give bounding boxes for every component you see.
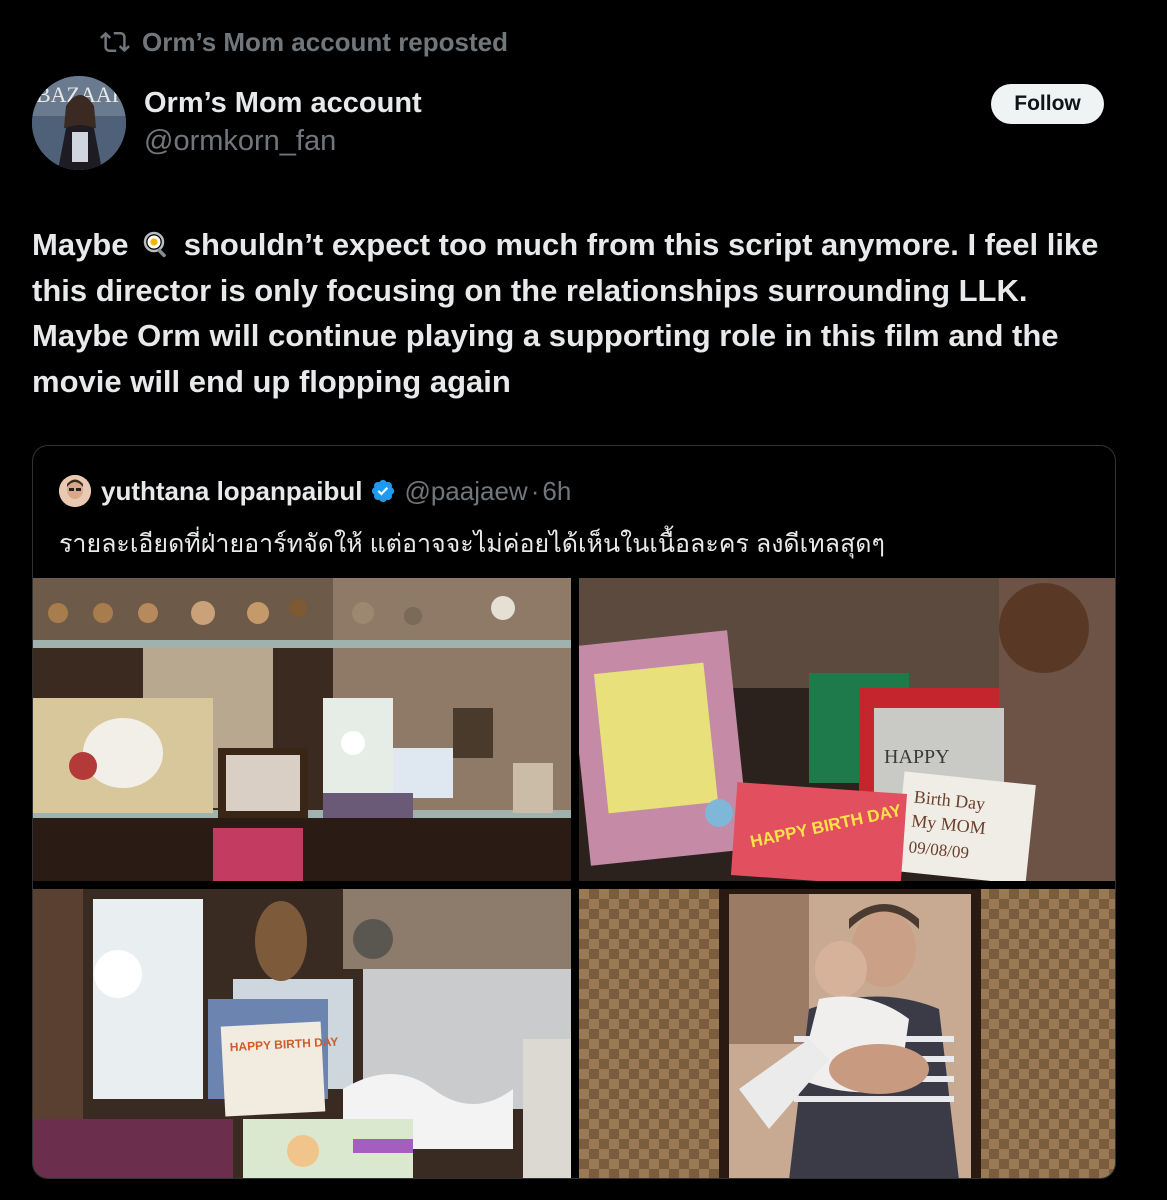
quoted-post-header: yuthtana lopanpaibul @paajaew · 6h: [59, 474, 571, 508]
profile-avatar: BAZAAR: [32, 76, 126, 170]
quoted-post-text: รายละเอียดที่ฝ่ายอาร์ทจัดให้ แต่อาจจะไม่…: [59, 530, 885, 558]
follow-button[interactable]: Follow: [991, 84, 1104, 124]
quoted-author-name[interactable]: yuthtana lopanpaibul: [101, 476, 362, 507]
quoted-author-handle[interactable]: @paajaew: [404, 476, 527, 507]
repost-indicator: Orm’s Mom account reposted: [100, 24, 508, 60]
photo-birthday-cards[interactable]: HAPPY Birth Day My MOM 09/08/09 HAPPY BI…: [579, 578, 1115, 881]
card-text-happy: HAPPY: [884, 746, 950, 768]
repost-label: Orm’s Mom account reposted: [142, 26, 508, 57]
post-text-start: Maybe: [32, 227, 129, 262]
author-name[interactable]: Orm’s Mom account: [144, 84, 422, 122]
post-text-rest: shouldn’t expect too much from this scri…: [32, 227, 1099, 399]
media-grid: HAPPY Birth Day My MOM 09/08/09 HAPPY BI…: [33, 578, 1115, 1178]
author-info: Orm’s Mom account @ormkorn_fan: [144, 84, 422, 160]
photo-birthday-card-shelf[interactable]: HAPPY BIRTH DAY: [33, 889, 571, 1178]
quoted-author-avatar[interactable]: [59, 475, 91, 507]
author-handle[interactable]: @ormkorn_fan: [144, 122, 422, 160]
quoted-post-time[interactable]: 6h: [542, 476, 571, 507]
fried-egg-emoji: [143, 231, 167, 258]
separator-dot: ·: [530, 475, 540, 506]
photo-framed-mother-baby[interactable]: [579, 889, 1115, 1178]
quoted-post[interactable]: yuthtana lopanpaibul @paajaew · 6h รายละ…: [32, 445, 1116, 1179]
repost-icon: [100, 31, 130, 53]
verified-badge-icon: [372, 479, 395, 503]
post-text: Maybe shouldn’t expect too much from thi…: [32, 222, 1122, 404]
author-avatar[interactable]: BAZAAR: [32, 76, 126, 170]
photo-display-cabinet[interactable]: [33, 578, 571, 881]
